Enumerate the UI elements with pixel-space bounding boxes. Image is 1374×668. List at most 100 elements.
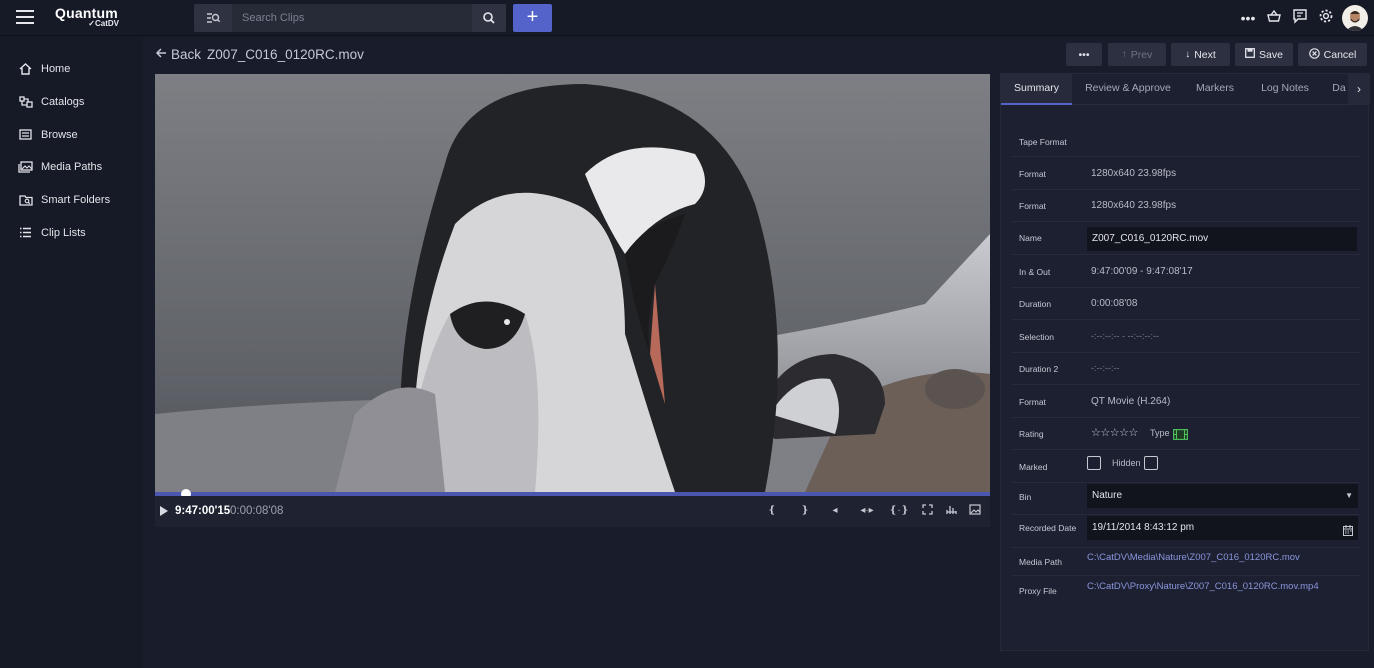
field-media-path: Media Path C:\CatDV\Media\Nature\Z007_C0… xyxy=(1011,548,1361,576)
field-label: Name xyxy=(1019,233,1042,243)
tab-data[interactable]: Da xyxy=(1329,74,1349,105)
top-bar: Quantum ✓CatDV + ••• xyxy=(0,0,1374,36)
next-button[interactable]: ↓ Next xyxy=(1171,43,1230,66)
sidebar-item-label: Catalogs xyxy=(41,96,85,109)
player-controls: 9:47:00'15 0:00:08'08 ❴ ❵ ◂ ◂·▸ ❴·❵ xyxy=(155,496,990,527)
breadcrumb: Back Z007_C016_0120RC.mov xyxy=(155,44,364,64)
field-format-3: Format QT Movie (H.264) xyxy=(1011,385,1361,418)
field-label: Tape Format xyxy=(1019,137,1067,147)
field-bin: Bin Nature ▼ xyxy=(1011,483,1361,515)
menu-icon[interactable] xyxy=(16,10,34,24)
sidebar-item-catalogs[interactable]: Catalogs xyxy=(0,86,143,119)
field-marked: Marked Hidden xyxy=(1011,450,1361,483)
logo: Quantum ✓CatDV xyxy=(55,5,135,28)
field-label: Rating xyxy=(1019,429,1044,439)
field-label: In & Out xyxy=(1019,267,1051,277)
field-label: Format xyxy=(1019,169,1046,179)
go-to-in-out-icon[interactable]: ◂·▸ xyxy=(856,504,878,518)
field-label: Marked xyxy=(1019,462,1048,472)
tab-markers[interactable]: Markers xyxy=(1184,74,1246,105)
comments-icon[interactable] xyxy=(1290,8,1310,28)
catalogs-icon xyxy=(18,95,33,109)
field-duration-2: Duration 2 -:--:--:-- xyxy=(1011,353,1361,385)
name-input[interactable]: Z007_C016_0120RC.mov xyxy=(1087,227,1357,251)
sidebar-item-clip-lists[interactable]: Clip Lists xyxy=(0,216,143,249)
recorded-date-input[interactable]: 19/11/2014 8:43:12 pm xyxy=(1087,516,1358,540)
back-arrow-icon[interactable] xyxy=(155,47,167,62)
search-box xyxy=(194,4,506,32)
hidden-checkbox[interactable] xyxy=(1144,456,1158,470)
media-path-link[interactable]: C:\CatDV\Media\Nature\Z007_C016_0120RC.m… xyxy=(1087,552,1300,563)
play-icon[interactable] xyxy=(160,506,168,516)
search-input[interactable] xyxy=(234,4,464,32)
rating-stars[interactable]: ☆☆☆☆☆ xyxy=(1091,426,1138,439)
select-in-out-icon[interactable]: ❴·❵ xyxy=(888,504,910,518)
calendar-icon[interactable] xyxy=(1343,522,1353,546)
home-icon xyxy=(18,62,33,76)
more-actions-button[interactable]: ••• xyxy=(1066,43,1102,66)
mark-in-icon[interactable]: ❴ xyxy=(764,504,780,518)
step-back-icon[interactable]: ◂ xyxy=(827,504,843,518)
field-label: Format xyxy=(1019,397,1046,407)
bin-value: Nature xyxy=(1092,490,1123,501)
clip-lists-icon xyxy=(18,226,33,240)
field-tape-format: Tape Format xyxy=(1011,124,1361,157)
sidebar-item-label: Media Paths xyxy=(41,161,103,174)
field-value: QT Movie (H.264) xyxy=(1091,396,1171,407)
save-label: Save xyxy=(1259,48,1283,61)
smart-folders-icon xyxy=(18,193,33,207)
fullscreen-icon[interactable] xyxy=(919,504,935,518)
search-filter-icon[interactable] xyxy=(194,4,232,32)
waveform-icon[interactable] xyxy=(943,504,959,518)
chevron-right-icon[interactable]: › xyxy=(1348,74,1370,105)
sidebar-item-home[interactable]: Home xyxy=(0,53,143,86)
sidebar-item-media-paths[interactable]: Media Paths xyxy=(0,151,143,184)
add-button[interactable]: + xyxy=(513,4,552,32)
bin-select[interactable]: Nature ▼ xyxy=(1087,484,1358,508)
mark-out-icon[interactable]: ❵ xyxy=(797,504,813,518)
sidebar-item-label: Clip Lists xyxy=(41,226,86,239)
sidebar-item-smart-folders[interactable]: Smart Folders xyxy=(0,184,143,217)
chevron-down-icon: ▼ xyxy=(1345,491,1353,500)
field-value: 0:00:08'08 xyxy=(1091,298,1138,309)
field-value: -:--:--:-- - --:--:--:-- xyxy=(1091,331,1159,341)
field-label: Selection xyxy=(1019,332,1054,342)
snapshot-icon[interactable] xyxy=(967,504,983,518)
more-icon[interactable]: ••• xyxy=(1238,8,1258,28)
field-value: 9:47:00'09 - 9:47:08'17 xyxy=(1091,266,1193,277)
cancel-label: Cancel xyxy=(1323,48,1357,61)
field-label: Format xyxy=(1019,201,1046,211)
page-title: Z007_C016_0120RC.mov xyxy=(207,46,364,62)
tab-review-approve[interactable]: Review & Approve xyxy=(1075,74,1181,105)
search-icon[interactable] xyxy=(472,4,506,32)
field-label: Bin xyxy=(1019,492,1032,502)
arrow-up-icon: ↑ xyxy=(1121,49,1127,60)
recorded-date-value: 19/11/2014 8:43:12 pm xyxy=(1092,522,1195,533)
prev-button[interactable]: ↑ Prev xyxy=(1108,43,1166,66)
arrow-down-icon: ↓ xyxy=(1185,49,1191,60)
current-time: 9:47:00'15 xyxy=(175,505,231,517)
tab-summary[interactable]: Summary xyxy=(1001,74,1072,105)
video-player[interactable] xyxy=(155,74,990,492)
film-icon xyxy=(1173,427,1188,445)
cancel-button[interactable]: Cancel xyxy=(1298,43,1367,66)
sidebar-item-label: Smart Folders xyxy=(41,194,111,207)
next-label: Next xyxy=(1194,48,1216,61)
basket-icon[interactable] xyxy=(1264,8,1284,28)
field-label: Recorded Date xyxy=(1019,523,1077,533)
avatar[interactable] xyxy=(1342,5,1368,31)
sidebar-item-browse[interactable]: Browse xyxy=(0,118,143,151)
field-selection: Selection -:--:--:-- - --:--:--:-- xyxy=(1011,320,1361,353)
field-proxy-file: Proxy File C:\CatDV\Proxy\Nature\Z007_C0… xyxy=(1011,576,1361,605)
sidebar-item-label: Browse xyxy=(41,128,78,141)
logo-sub-text: CatDV xyxy=(94,19,119,28)
tab-log-notes[interactable]: Log Notes xyxy=(1251,74,1319,105)
gear-icon[interactable] xyxy=(1316,8,1336,28)
close-circle-icon xyxy=(1308,47,1320,62)
marked-checkbox[interactable] xyxy=(1087,456,1101,470)
back-link[interactable]: Back xyxy=(171,47,201,62)
save-button[interactable]: Save xyxy=(1235,43,1293,66)
field-value: 1280x640 23.98fps xyxy=(1091,200,1177,211)
proxy-file-link[interactable]: C:\CatDV\Proxy\Nature\Z007_C016_0120RC.m… xyxy=(1087,581,1319,592)
field-in-out: In & Out 9:47:00'09 - 9:47:08'17 xyxy=(1011,255,1361,288)
